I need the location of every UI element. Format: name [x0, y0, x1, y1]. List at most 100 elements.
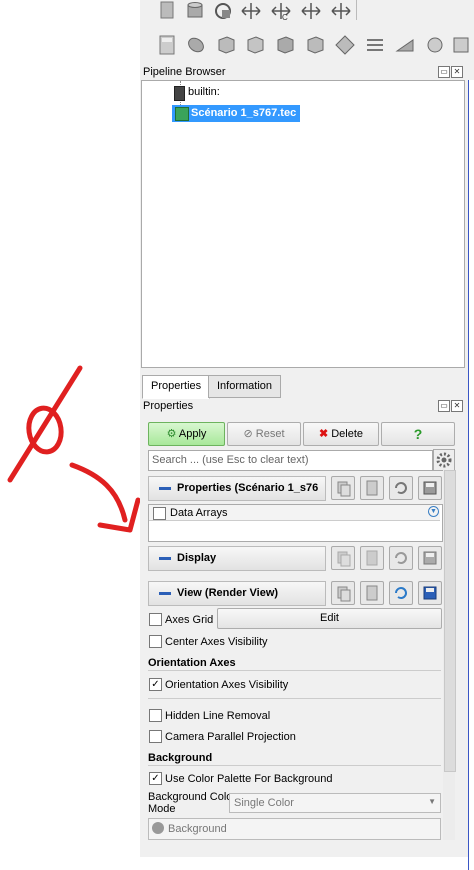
divider: [148, 765, 441, 766]
display-copy-icon[interactable]: [331, 546, 355, 570]
gear-icon[interactable]: [433, 449, 455, 471]
search-input[interactable]: Search ... (use Esc to clear text): [148, 450, 433, 471]
apply-label: Apply: [178, 428, 207, 440]
warp-icon[interactable]: [394, 34, 416, 56]
hidden-line-removal-checkbox[interactable]: [149, 709, 162, 722]
cylinder-icon[interactable]: [184, 0, 206, 22]
divider: [148, 670, 441, 671]
paste-icon[interactable]: [360, 476, 384, 500]
section-properties-label: Properties (Scénario 1_s76: [177, 482, 319, 494]
server-icon: [174, 86, 185, 101]
threshold-icon[interactable]: [274, 34, 296, 56]
help-label: ?: [413, 426, 423, 442]
delete-label: Delete: [331, 428, 364, 440]
svg-text:C: C: [282, 13, 288, 22]
scale-c-icon[interactable]: C: [270, 0, 292, 22]
background-color-button[interactable]: Background: [148, 818, 441, 840]
view-collapse-icon: [159, 591, 171, 595]
data-arrays-checkbox[interactable]: [153, 507, 166, 520]
apply-icon: ⚙: [166, 428, 177, 440]
clip-icon[interactable]: [215, 34, 237, 56]
section-display-label: Display: [177, 552, 217, 564]
orientation-axes-visibility-label: Orientation Axes Visibility: [165, 679, 289, 691]
help-button[interactable]: ?: [381, 422, 455, 446]
tab-information[interactable]: Information: [208, 375, 282, 398]
axes-grid-checkbox[interactable]: [149, 613, 162, 626]
undock-icon[interactable]: ▭: [438, 66, 450, 78]
scale-x-icon[interactable]: [240, 0, 262, 22]
section-view-label: View (Render View): [177, 587, 279, 599]
collapse-icon: [159, 486, 171, 490]
copy-icon[interactable]: [331, 476, 355, 500]
refresh-icon[interactable]: [212, 0, 234, 22]
close-icon[interactable]: ✕: [451, 66, 463, 78]
extract-icon[interactable]: [304, 34, 326, 56]
reset-icon: ⊘: [243, 428, 253, 440]
camera-parallel-label: Camera Parallel Projection: [165, 731, 296, 743]
display-collapse-icon: [159, 556, 171, 560]
save-icon[interactable]: [418, 476, 442, 500]
properties-undock-icon[interactable]: ▭: [438, 400, 450, 412]
section-display-header[interactable]: Display: [148, 546, 326, 571]
reload-icon[interactable]: [389, 476, 413, 500]
reset-button[interactable]: ⊘ Reset: [227, 422, 301, 446]
annotation-arrow: [69, 462, 128, 523]
display-paste-icon[interactable]: [360, 546, 384, 570]
toolbar-row-2: [140, 34, 474, 58]
chevron-down-icon: ▼: [428, 797, 436, 806]
properties-title: Properties: [143, 400, 194, 412]
filter-icon[interactable]: [450, 34, 472, 56]
view-paste-icon[interactable]: [360, 581, 384, 605]
section-view-header[interactable]: View (Render View): [148, 581, 326, 606]
axes-grid-label: Axes Grid: [165, 614, 214, 626]
tab-properties[interactable]: Properties: [142, 375, 211, 399]
scale-z-icon[interactable]: [330, 0, 352, 22]
stream-icon[interactable]: [364, 34, 386, 56]
pipeline-tree: builtin: Scénario 1_s767.tec: [141, 80, 465, 368]
bg-color-mode-select[interactable]: Single Color ▼: [229, 793, 441, 813]
calculator-icon[interactable]: [156, 34, 178, 56]
dropdown-circle-icon[interactable]: ▼: [428, 506, 439, 517]
group-icon[interactable]: [424, 34, 446, 56]
box-icon[interactable]: [156, 0, 178, 22]
center-axes-checkbox[interactable]: [149, 635, 162, 648]
display-save-icon[interactable]: [418, 546, 442, 570]
section-properties-header[interactable]: Properties (Scénario 1_s76: [148, 476, 326, 501]
view-reload-icon[interactable]: [389, 581, 413, 605]
render-view-edge: [468, 80, 474, 870]
hidden-line-removal-label: Hidden Line Removal: [165, 710, 271, 722]
reset-label: Reset: [255, 428, 285, 440]
view-copy-icon[interactable]: [331, 581, 355, 605]
camera-parallel-checkbox[interactable]: [149, 730, 162, 743]
tree-item-builtin[interactable]: builtin:: [188, 86, 220, 98]
use-color-palette-label: Use Color Palette For Background: [165, 773, 333, 785]
orientation-axes-heading: Orientation Axes: [148, 657, 236, 669]
center-axes-label: Center Axes Visibility: [165, 636, 268, 648]
toolbar-row-1: C: [140, 0, 474, 24]
contour-icon[interactable]: [185, 34, 207, 56]
toolbar-separator: [356, 0, 357, 20]
orientation-axes-visibility-checkbox[interactable]: ✓: [149, 678, 162, 691]
slice-icon[interactable]: [244, 34, 266, 56]
annotation-drawing: [7, 365, 141, 533]
properties-close-icon[interactable]: ✕: [451, 400, 463, 412]
glyph-icon[interactable]: [334, 34, 356, 56]
divider: [148, 698, 441, 699]
bg-color-mode-label-2: Mode: [148, 803, 176, 815]
view-save-icon[interactable]: [418, 581, 442, 605]
scale-y-icon[interactable]: [300, 0, 322, 22]
annotation-slash: [7, 365, 83, 483]
edit-button[interactable]: Edit: [217, 608, 442, 629]
dataset-icon: [175, 107, 189, 121]
data-arrays-label: Data Arrays: [170, 507, 228, 519]
apply-button[interactable]: ⚙ Apply: [148, 422, 225, 446]
scrollbar-thumb[interactable]: [444, 470, 456, 772]
delete-button[interactable]: ✖ Delete: [303, 422, 379, 446]
display-reload-icon[interactable]: [389, 546, 413, 570]
color-swatch-icon: [152, 822, 164, 834]
bg-color-mode-value: Single Color: [234, 797, 294, 809]
use-color-palette-checkbox[interactable]: ✓: [149, 772, 162, 785]
background-button-label: Background: [168, 823, 227, 835]
tree-item-dataset-label: Scénario 1_s767.tec: [191, 107, 297, 119]
background-heading: Background: [148, 752, 213, 764]
